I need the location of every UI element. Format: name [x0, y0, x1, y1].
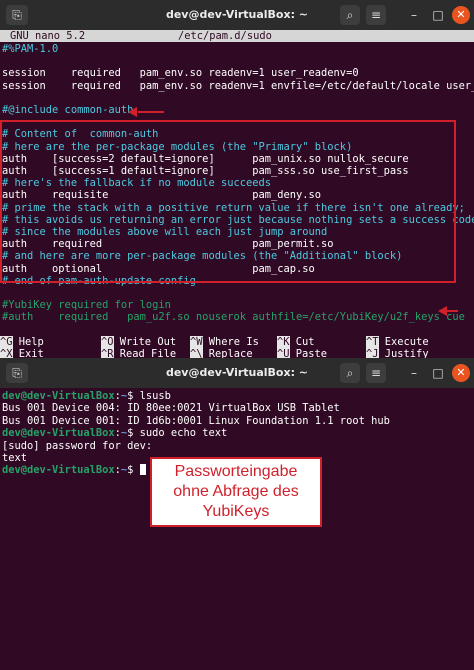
shortcut-key: ^W — [190, 336, 203, 348]
shortcut-key: ^X — [0, 348, 13, 358]
arrow-yubikey — [446, 310, 458, 312]
title-bar: ⎘ dev@dev-VirtualBox: ~ ⌕ ≡ – □ ✕ — [0, 0, 474, 30]
shortcut-label: Paste — [295, 348, 328, 358]
text-cursor — [139, 464, 146, 476]
output-line: text — [2, 452, 28, 464]
annotation-line-2: ohne Abfrage des — [173, 483, 299, 500]
editor-line: session required pam_env.so readenv=1 en… — [2, 79, 474, 92]
shortcut-item: ^\ Replace — [190, 348, 253, 358]
shell-content[interactable]: dev@dev-VirtualBox:~$ lsusb Bus 001 Devic… — [0, 388, 474, 670]
shortcut-key: ^T — [366, 336, 379, 348]
shortcut-label: Write Out — [119, 336, 177, 348]
annotation-line-1: Passworteingabe — [174, 463, 298, 480]
close-icon[interactable]: ✕ — [452, 364, 470, 382]
shortcut-item: ^G Help — [0, 336, 44, 348]
close-icon[interactable]: ✕ — [452, 6, 470, 24]
shortcut-item: ^X Exit — [0, 348, 44, 358]
command-text: $ — [127, 464, 140, 477]
output-line: Bus 001 Device 001: ID 1d6b:0001 Linux F… — [2, 414, 390, 427]
shortcut-key: ^U — [277, 348, 290, 358]
shortcut-item: ^W Where Is — [190, 336, 259, 348]
editor-line: #auth required pam_u2f.so nouserok authf… — [2, 311, 465, 324]
shortcut-label: Exit — [18, 348, 44, 358]
shortcut-item: ^U Paste — [277, 348, 327, 358]
shortcut-key: ^J — [366, 348, 379, 358]
prompt-line: dev@dev-VirtualBox:~$ lsusb — [2, 390, 171, 402]
terminal-window-top: ⎘ dev@dev-VirtualBox: ~ ⌕ ≡ – □ ✕ GNU na… — [0, 0, 474, 358]
nano-filename: /etc/pam.d/sudo — [178, 30, 272, 42]
highlight-box-common-auth — [0, 120, 456, 283]
prompt-user-host: dev@dev-VirtualBox — [2, 427, 115, 440]
nano-version: GNU nano 5.2 — [10, 30, 86, 42]
shortcut-item: ^T Execute — [366, 336, 429, 348]
output-line: [sudo] password for dev: — [2, 439, 153, 452]
shortcut-label: Help — [18, 336, 44, 348]
search-icon[interactable]: ⌕ — [340, 5, 360, 25]
editor-line: #@include common-auth — [2, 104, 134, 116]
annotation-line-3: YubiKeys — [202, 503, 270, 520]
shortcut-label: Justify — [384, 348, 429, 358]
minimize-icon[interactable]: – — [404, 5, 424, 25]
command-text: $ lsusb — [127, 390, 171, 402]
search-icon[interactable]: ⌕ — [340, 363, 360, 383]
shortcut-key: ^G — [0, 336, 13, 348]
shortcut-key: ^\ — [190, 348, 203, 358]
editor-line: session required pam_env.so readenv=1 us… — [2, 67, 359, 80]
editor-line: #YubiKey required for login — [2, 299, 171, 312]
annotation-box: Passworteingabe ohne Abfrage des YubiKey… — [150, 457, 322, 527]
shortcut-label: Execute — [384, 336, 429, 348]
nano-header: GNU nano 5.2/etc/pam.d/sudo — [0, 30, 474, 42]
window-title: dev@dev-VirtualBox: ~ — [165, 8, 309, 21]
shortcut-item: ^R Read File — [101, 348, 176, 358]
shortcut-item: ^K Cut — [277, 336, 315, 348]
prompt-line: dev@dev-VirtualBox:~$ sudo echo text — [2, 427, 228, 440]
shortcut-label: Replace — [208, 348, 253, 358]
maximize-icon[interactable]: □ — [428, 363, 448, 383]
shortcut-label: Where Is — [208, 336, 259, 348]
prompt-user-host: dev@dev-VirtualBox — [2, 390, 115, 402]
shortcut-key: ^K — [277, 336, 290, 348]
prompt-line: dev@dev-VirtualBox:~$ — [2, 464, 146, 476]
command-text: $ sudo echo text — [127, 427, 228, 440]
output-line: Bus 001 Device 004: ID 80ee:0021 Virtual… — [2, 402, 340, 415]
editor-line: #%PAM-1.0 — [2, 43, 59, 55]
arrow-yubikey-head — [438, 306, 447, 316]
arrow-include — [138, 111, 164, 113]
window-title-2: dev@dev-VirtualBox: ~ — [165, 366, 309, 379]
maximize-icon[interactable]: □ — [428, 5, 448, 25]
shortcut-key: ^R — [101, 348, 114, 358]
prompt-user-host: dev@dev-VirtualBox — [2, 464, 115, 477]
title-bar-2: ⎘ dev@dev-VirtualBox: ~ ⌕ ≡ – □ ✕ — [0, 358, 474, 388]
minimize-icon[interactable]: – — [404, 363, 424, 383]
shortcut-key: ^O — [101, 336, 114, 348]
shortcut-label: Cut — [295, 336, 315, 348]
hamburger-menu-icon[interactable]: ≡ — [366, 363, 386, 383]
shortcut-item: ^J Justify — [366, 348, 429, 358]
hamburger-menu-icon[interactable]: ≡ — [366, 5, 386, 25]
shortcut-item: ^O Write Out — [101, 336, 176, 348]
arrow-include-head — [128, 107, 137, 117]
shortcut-label: Read File — [119, 348, 177, 358]
